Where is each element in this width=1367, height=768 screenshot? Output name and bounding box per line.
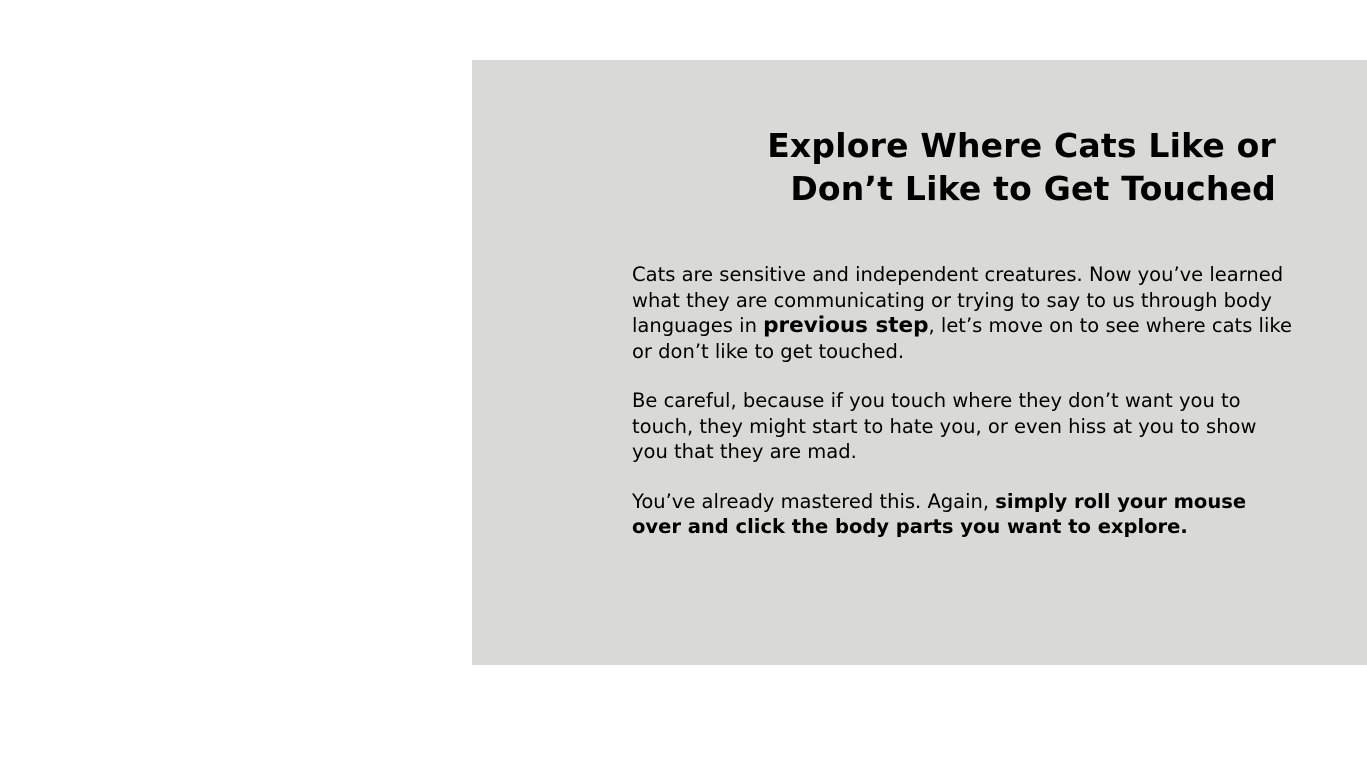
title-line-1: Explore Where Cats Like or <box>767 126 1276 165</box>
warning-paragraph: Be careful, because if you touch where t… <box>632 389 1257 463</box>
instruction-text-before: You’ve already mastered this. Again, <box>632 489 996 513</box>
intro-paragraph: Cats are sensitive and independent creat… <box>632 262 1292 364</box>
content-panel: Explore Where Cats Like or Don’t Like to… <box>472 60 1367 665</box>
instruction-paragraph: You’ve already mastered this. Again, sim… <box>632 489 1292 540</box>
previous-step-link[interactable]: previous step <box>763 313 928 338</box>
title-line-2: Don’t Like to Get Touched <box>790 169 1276 208</box>
body-text: Cats are sensitive and independent creat… <box>632 262 1292 564</box>
page-title: Explore Where Cats Like or Don’t Like to… <box>472 124 1276 210</box>
